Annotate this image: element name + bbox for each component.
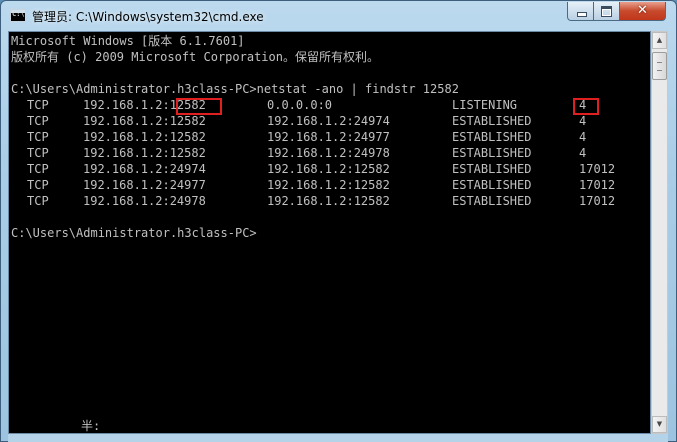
close-button[interactable]: ✕: [620, 2, 666, 21]
foreign-address-cell: 192.168.1.2:24977: [267, 130, 390, 144]
state-cell: ESTABLISHED: [452, 130, 532, 144]
local-port: 12582: [169, 146, 206, 160]
close-icon: ✕: [637, 3, 648, 18]
banner-line: 版权所有 (c) 2009 Microsoft Corporation。保留所有…: [11, 50, 379, 64]
maximize-icon: [601, 6, 612, 17]
pid-cell: 4: [579, 146, 587, 160]
console-output[interactable]: Microsoft Windows [版本 6.1.7601] 版权所有 (c)…: [8, 31, 651, 434]
local-port: 24978: [169, 194, 206, 208]
arrow-up-icon: ▲: [656, 36, 663, 44]
command-line: C:\Users\Administrator.h3class-PC>netsta…: [11, 82, 459, 96]
pid-cell: 4: [579, 114, 587, 128]
local-address-cell: 192.168.1.2:12582: [83, 114, 206, 128]
scroll-thumb[interactable]: [652, 52, 667, 80]
maximize-button[interactable]: [594, 2, 620, 21]
foreign-address-cell: 192.168.1.2:12582: [267, 162, 390, 176]
pid-highlight: [573, 98, 599, 115]
state-cell: ESTABLISHED: [452, 194, 532, 208]
local-port: 24974: [169, 162, 206, 176]
local-port-highlight: [176, 98, 222, 115]
local-port: 12582: [169, 130, 206, 144]
cmd-icon[interactable]: [10, 9, 26, 22]
state-cell: ESTABLISHED: [452, 178, 532, 192]
pid-cell: 17012: [579, 194, 616, 208]
state-cell: ESTABLISHED: [452, 146, 532, 160]
local-port: 12582: [169, 114, 206, 128]
title-bar[interactable]: 管理员: C:\Windows\system32\cmd.exe ✕: [1, 1, 676, 31]
vertical-scrollbar[interactable]: ▲ ▼: [651, 31, 668, 434]
foreign-address-cell: 192.168.1.2:24978: [267, 146, 390, 160]
scroll-down-button[interactable]: ▼: [652, 416, 667, 433]
state-cell: ESTABLISHED: [452, 162, 532, 176]
local-port: 24977: [169, 178, 206, 192]
foreign-address-cell: 192.168.1.2:12582: [267, 194, 390, 208]
proto-cell: TCP: [27, 114, 49, 128]
prompt-line: C:\Users\Administrator.h3class-PC>: [11, 226, 257, 240]
pid-cell: 4: [579, 130, 587, 144]
proto-cell: TCP: [27, 98, 49, 112]
local-address-cell: 192.168.1.2:24974: [83, 162, 206, 176]
foreign-address-cell: 192.168.1.2:12582: [267, 178, 390, 192]
proto-cell: TCP: [27, 178, 49, 192]
local-address-cell: 192.168.1.2:12582: [83, 130, 206, 144]
arrow-down-icon: ▼: [656, 420, 663, 428]
proto-cell: TCP: [27, 194, 49, 208]
foreign-address-cell: 0.0.0.0:0: [267, 98, 333, 112]
minimize-button[interactable]: [567, 2, 594, 21]
minimize-icon: [577, 12, 587, 17]
state-cell: LISTENING: [452, 98, 518, 112]
local-address-cell: 192.168.1.2:12582: [83, 146, 206, 160]
pid-cell: 17012: [579, 162, 616, 176]
pid-cell: 17012: [579, 178, 616, 192]
local-address-cell: 192.168.1.2:24978: [83, 194, 206, 208]
window-title: 管理员: C:\Windows\system32\cmd.exe: [32, 10, 264, 24]
proto-cell: TCP: [27, 162, 49, 176]
foreign-address-cell: 192.168.1.2:24974: [267, 114, 390, 128]
proto-cell: TCP: [27, 146, 49, 160]
state-cell: ESTABLISHED: [452, 114, 532, 128]
window-bottom-border: [8, 434, 668, 442]
banner-line: Microsoft Windows [版本 6.1.7601]: [11, 34, 245, 48]
cmd-window: 管理员: C:\Windows\system32\cmd.exe ✕ Micro…: [0, 0, 677, 442]
proto-cell: TCP: [27, 130, 49, 144]
ime-status: 半:: [81, 419, 101, 433]
local-address-cell: 192.168.1.2:24977: [83, 178, 206, 192]
scroll-up-button[interactable]: ▲: [652, 32, 667, 49]
